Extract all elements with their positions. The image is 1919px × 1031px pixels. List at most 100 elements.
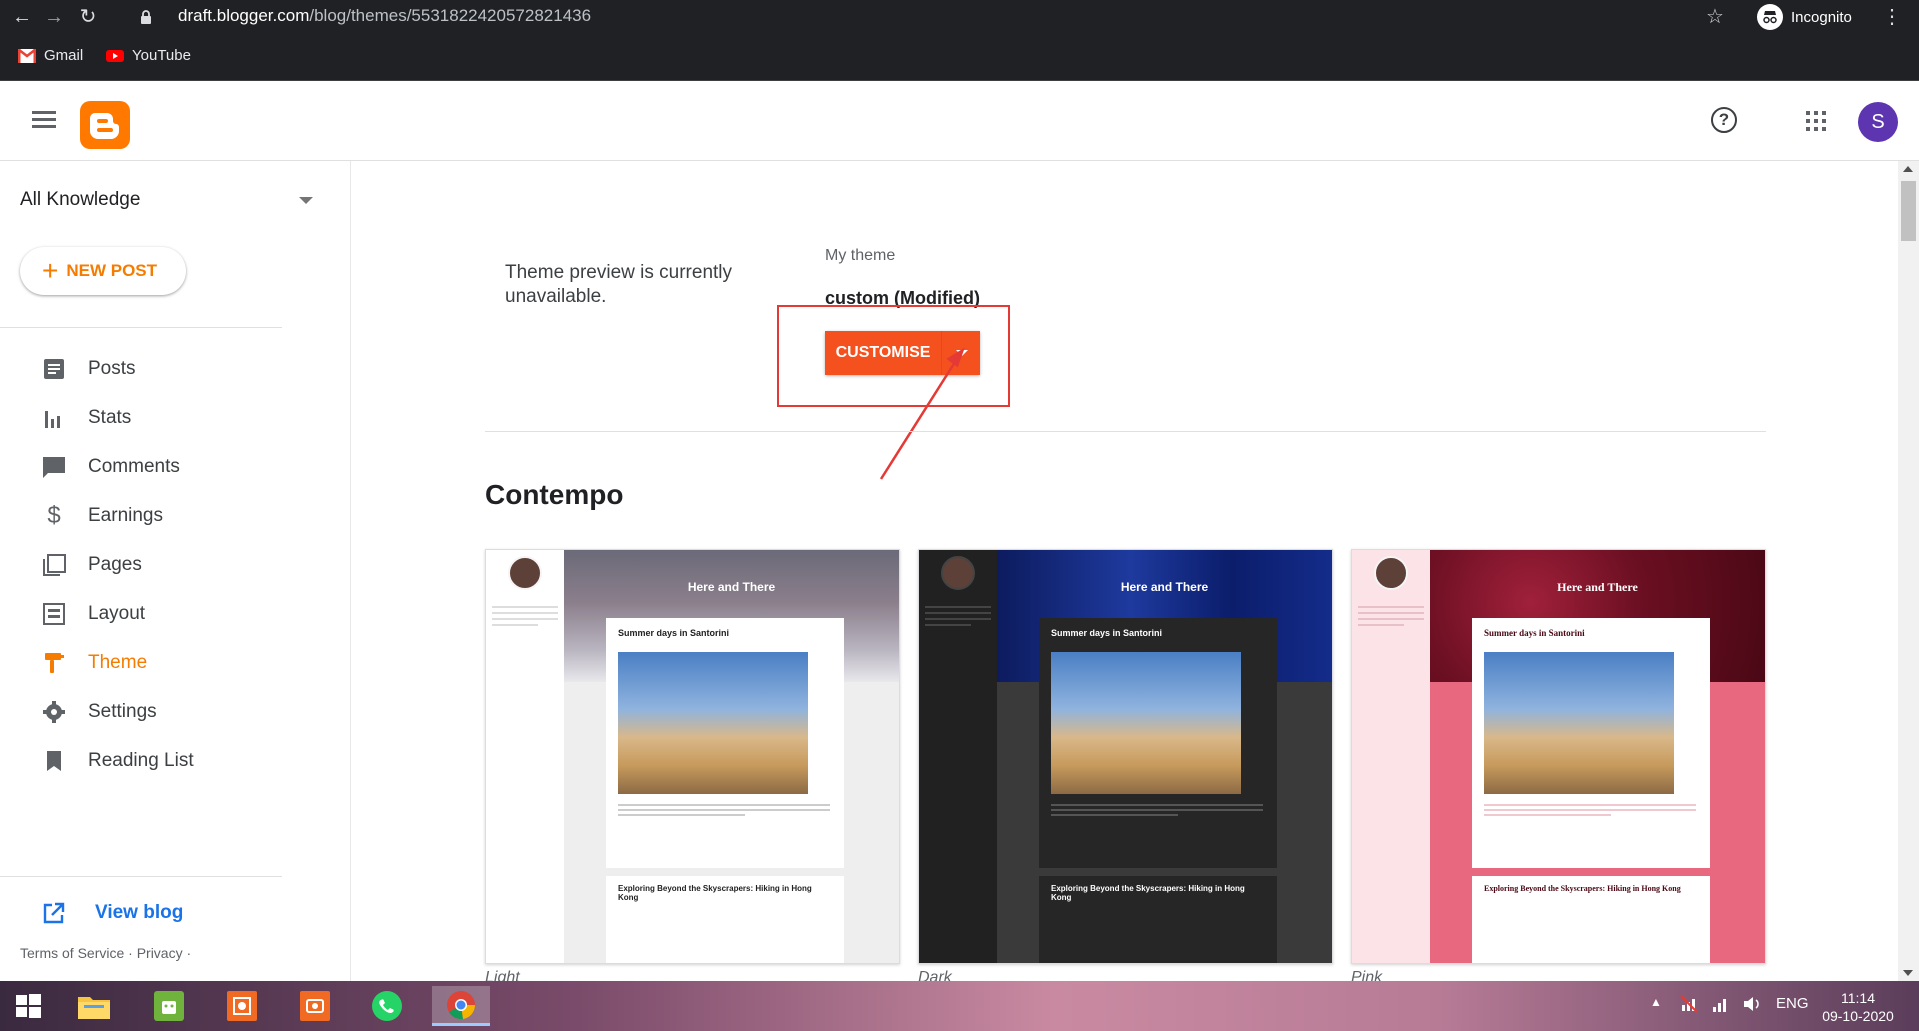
theme-card-caption: Light (485, 969, 520, 981)
footer-links[interactable]: Terms of Service · Privacy · (20, 945, 191, 961)
chrome-taskbar-icon[interactable] (432, 986, 490, 1026)
thumb-photo (618, 652, 808, 794)
thumb-post-card: Summer days in Santorini (1472, 618, 1710, 868)
thumb-blog-title: Here and There (687, 580, 776, 594)
theme-icon (45, 653, 64, 673)
posts-icon (44, 359, 64, 379)
youtube-icon (106, 49, 124, 62)
author-avatar (941, 556, 975, 590)
gmail-icon (18, 48, 36, 63)
bookmark-gmail-label: Gmail (44, 47, 84, 64)
address-bar[interactable]: draft.blogger.com/blog/themes/5531822420… (138, 3, 1718, 31)
thumb-sidebar (486, 550, 565, 963)
system-clock[interactable]: 11:14 09-10-2020 (1816, 989, 1900, 1025)
thumb-post-title: Summer days in Santorini (618, 628, 730, 638)
sidebar-item-stats[interactable]: Stats (0, 394, 282, 442)
thumb-blog-title: Here and There (1557, 580, 1638, 594)
stats-icon (45, 411, 60, 428)
forward-icon[interactable]: → (40, 3, 68, 31)
author-avatar (1374, 556, 1408, 590)
android-app-icon[interactable] (145, 986, 193, 1026)
whatsapp-icon[interactable] (363, 986, 411, 1026)
view-blog-link[interactable]: View blog (0, 889, 282, 937)
scroll-down-icon[interactable] (1903, 970, 1913, 976)
file-explorer-icon[interactable] (70, 986, 118, 1026)
new-post-label: NEW POST (66, 261, 158, 280)
browser-menu-icon[interactable]: ⋮ (1882, 3, 1902, 31)
theme-card-pink[interactable]: Here and There Summer days in Santorini … (1351, 549, 1766, 964)
screen-recorder-icon[interactable] (218, 986, 266, 1026)
bookmark-star-icon[interactable]: ☆ (1706, 3, 1724, 31)
thumb-post-title-2: Exploring Beyond the Skyscrapers: Hiking… (618, 884, 812, 902)
thumb-post-card: Summer days in Santorini (1039, 618, 1277, 868)
sidebar-item-posts[interactable]: Posts (0, 345, 282, 393)
signal-icon[interactable] (1712, 995, 1730, 1017)
sidebar-item-label: Stats (88, 407, 132, 428)
apps-grid-icon[interactable] (1806, 111, 1826, 131)
sidebar-item-theme[interactable]: Theme (0, 639, 282, 687)
page-scrollbar[interactable] (1898, 161, 1919, 981)
bookmark-gmail[interactable]: Gmail (18, 47, 83, 64)
thumb-photo (1484, 652, 1674, 794)
windows-start-icon[interactable] (4, 986, 52, 1026)
external-link-icon (43, 902, 65, 924)
help-icon[interactable]: ? (1711, 107, 1737, 133)
bookmark-youtube[interactable]: YouTube (106, 47, 191, 64)
thumb-post-card-2: Exploring Beyond the Skyscrapers: Hiking… (1039, 876, 1277, 963)
volume-icon[interactable] (1742, 995, 1762, 1017)
clock-date: 09-10-2020 (1822, 1008, 1894, 1024)
app-header: ? S (0, 81, 1919, 161)
tray-overflow-icon[interactable]: ▲ (1650, 995, 1662, 1009)
thumb-post-card: Summer days in Santorini (606, 618, 844, 868)
thumb-post-title: Summer days in Santorini (1051, 628, 1163, 638)
chevron-down-icon[interactable] (299, 197, 313, 204)
network-icon[interactable] (1680, 995, 1700, 1017)
sidebar-item-label: Pages (88, 554, 142, 575)
sidebar-item-label: Reading List (88, 750, 194, 771)
blog-selector[interactable]: All Knowledge (20, 189, 140, 211)
sidebar-item-reading-list[interactable]: Reading List (0, 737, 282, 785)
sidebar-item-earnings[interactable]: $ Earnings (0, 492, 282, 540)
windows-taskbar: ▲ ENG 11:14 09-10-2020 (0, 981, 1919, 1031)
sidebar-divider (0, 327, 282, 328)
scroll-thumb[interactable] (1901, 181, 1916, 241)
author-avatar (508, 556, 542, 590)
sidebar-divider (0, 876, 282, 877)
clock-time: 11:14 (1841, 990, 1875, 1006)
theme-card-caption: Pink (1351, 969, 1383, 981)
main-content: Theme preview is currently unavailable. … (351, 161, 1898, 981)
new-post-button[interactable]: + NEW POST (20, 247, 186, 295)
theme-card-light[interactable]: Here and There Summer days in Santorini … (485, 549, 900, 964)
sidebar-item-layout[interactable]: Layout (0, 590, 282, 638)
layout-icon (43, 603, 65, 625)
sidebar-item-label: Comments (88, 456, 180, 477)
screenshot-tool-icon[interactable] (291, 986, 339, 1026)
back-icon[interactable]: ← (8, 3, 36, 31)
thumb-post-title: Summer days in Santorini (1484, 628, 1585, 638)
view-blog-label: View blog (95, 902, 184, 923)
bookmark-youtube-label: YouTube (132, 47, 191, 64)
incognito-indicator[interactable]: Incognito (1757, 4, 1852, 30)
blogger-logo[interactable] (80, 101, 130, 149)
sidebar-item-pages[interactable]: Pages (0, 541, 282, 589)
sidebar-item-label: Settings (88, 701, 157, 722)
annotation-highlight-box (777, 305, 1010, 407)
sidebar-item-comments[interactable]: Comments (0, 443, 282, 491)
thumb-photo (1051, 652, 1241, 794)
thumb-post-title-2: Exploring Beyond the Skyscrapers: Hiking… (1484, 884, 1681, 893)
url-path: /blog/themes/5531822420572821436 (309, 6, 592, 25)
reload-icon[interactable]: ↻ (74, 3, 102, 31)
incognito-label: Incognito (1791, 8, 1852, 26)
theme-card-dark[interactable]: Here and There Summer days in Santorini … (918, 549, 1333, 964)
section-divider (485, 431, 1766, 432)
bookmarks-bar: Gmail YouTube (0, 34, 1919, 81)
sidebar-item-settings[interactable]: Settings (0, 688, 282, 736)
language-indicator[interactable]: ENG (1776, 995, 1809, 1012)
thumb-post-card-2: Exploring Beyond the Skyscrapers: Hiking… (1472, 876, 1710, 963)
incognito-icon (1757, 4, 1783, 30)
menu-icon[interactable] (32, 111, 56, 129)
sidebar-item-label: Posts (88, 358, 136, 379)
scroll-up-icon[interactable] (1903, 166, 1913, 172)
account-avatar[interactable]: S (1858, 102, 1898, 142)
browser-toolbar: ← → ↻ draft.blogger.com/blog/themes/5531… (0, 0, 1919, 34)
